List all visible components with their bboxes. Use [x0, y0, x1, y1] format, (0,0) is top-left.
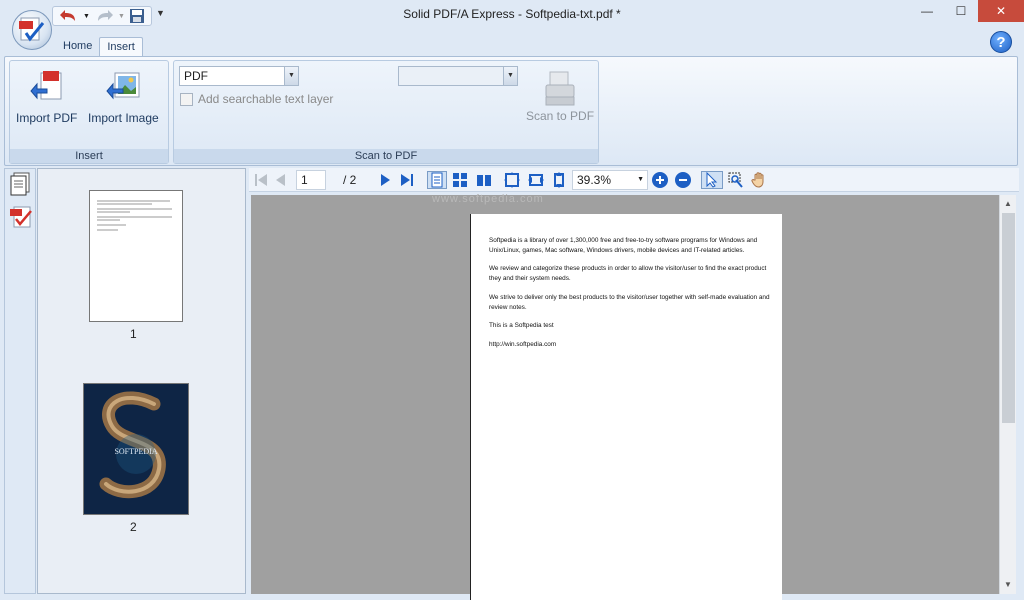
thumbnail-label: 1 [130, 327, 137, 341]
paragraph: Softpedia is a library of over 1,300,000… [489, 237, 758, 254]
minimize-button[interactable]: — [912, 0, 942, 22]
app-logo-icon [19, 17, 45, 42]
vertical-scrollbar[interactable]: ▲ ▼ [999, 195, 1016, 594]
customize-qat-icon[interactable]: ▼ [156, 8, 165, 18]
zoom-out-icon[interactable] [674, 171, 692, 189]
hand-tool-icon[interactable] [751, 171, 767, 189]
first-page-icon[interactable] [253, 171, 269, 189]
previous-page-icon[interactable] [273, 171, 289, 189]
format-select[interactable]: PDF ▼ [179, 66, 299, 86]
pages-panel-icon[interactable] [8, 171, 34, 197]
paragraph: http://win.softpedia.com [489, 341, 557, 348]
scroll-down-icon[interactable]: ▼ [1000, 577, 1016, 593]
chevron-down-icon[interactable]: ▼ [284, 67, 298, 85]
paragraph: We strive to deliver only the best produ… [489, 294, 770, 311]
thumbnail-label: 2 [130, 520, 137, 534]
chevron-down-icon[interactable]: ▼ [637, 171, 644, 189]
redo-icon[interactable] [94, 9, 114, 23]
page-thumbnail-1[interactable] [89, 190, 183, 322]
maximize-button[interactable]: ☐ [946, 0, 976, 22]
import-pdf-button[interactable]: Import PDF [16, 69, 77, 125]
undo-icon[interactable] [59, 9, 79, 23]
next-page-icon[interactable] [377, 171, 393, 189]
searchable-text-layer-option[interactable]: Add searchable text layer [180, 92, 333, 106]
single-page-view-icon[interactable] [427, 171, 447, 189]
zoom-in-icon[interactable] [651, 171, 669, 189]
last-page-icon[interactable] [399, 171, 415, 189]
tab-insert[interactable]: Insert [99, 37, 143, 57]
ribbon-tabs: Home Insert [56, 37, 143, 57]
tab-home[interactable]: Home [56, 37, 99, 57]
continuous-view-icon[interactable] [451, 171, 469, 189]
scan-to-pdf-group: PDF ▼ ▼ Add searchable text layer Scan t… [173, 60, 599, 164]
insert-group-label: Insert [10, 149, 168, 163]
scanner-icon [545, 71, 575, 106]
save-icon[interactable] [129, 8, 145, 24]
fit-width-icon[interactable] [527, 171, 545, 189]
pdf-check-panel-icon[interactable] [8, 203, 34, 229]
select-tool-icon[interactable] [701, 171, 723, 189]
thumbnail-2-title: SOFTPEDIA [114, 447, 157, 456]
zoom-select[interactable]: 39.3% ▼ [572, 170, 648, 190]
facing-view-icon[interactable] [475, 171, 493, 189]
quick-access-toolbar: ▼ ▼ [52, 6, 152, 26]
insert-group: Import PDF Import Image Insert [9, 60, 169, 164]
scanner-select[interactable]: ▼ [398, 66, 518, 86]
scroll-up-icon[interactable]: ▲ [1000, 196, 1016, 212]
document-page[interactable]: Softpedia is a library of over 1,300,000… [470, 214, 782, 600]
page-thumbnail-2[interactable]: SOFTPEDIA [83, 383, 189, 515]
snapshot-tool-icon[interactable] [727, 171, 745, 189]
close-button[interactable]: ✕ [978, 0, 1024, 22]
paragraph: We review and categorize these products … [489, 265, 767, 282]
paragraph: This is a Softpedia test [489, 322, 554, 329]
help-icon[interactable]: ? [990, 31, 1012, 53]
scan-group-label: Scan to PDF [174, 149, 598, 163]
import-image-icon [105, 69, 141, 105]
total-pages: / 2 [343, 173, 357, 187]
fit-page-icon[interactable] [503, 171, 521, 189]
redo-dropdown-icon[interactable]: ▼ [118, 13, 125, 20]
import-pdf-icon [29, 69, 65, 105]
app-menu-button[interactable] [12, 10, 52, 50]
import-image-button[interactable]: Import Image [88, 69, 159, 125]
searchable-text-checkbox[interactable] [180, 92, 193, 106]
current-page-input[interactable]: 1 [296, 170, 326, 190]
scrollbar-thumb[interactable] [1002, 213, 1015, 423]
fit-height-icon[interactable] [551, 171, 567, 189]
window-title: Solid PDF/A Express - Softpedia-txt.pdf … [403, 7, 621, 21]
side-panel-strip [4, 168, 36, 594]
chevron-down-icon[interactable]: ▼ [503, 67, 517, 85]
title-bar: Solid PDF/A Express - Softpedia-txt.pdf … [0, 0, 1024, 30]
watermark: www.softpedia.com [432, 193, 544, 205]
undo-dropdown-icon[interactable]: ▼ [83, 13, 90, 20]
ribbon: Import PDF Import Image Insert PDF ▼ ▼ A… [4, 56, 1018, 166]
scan-to-pdf-button[interactable]: Scan to PDF [526, 69, 594, 123]
